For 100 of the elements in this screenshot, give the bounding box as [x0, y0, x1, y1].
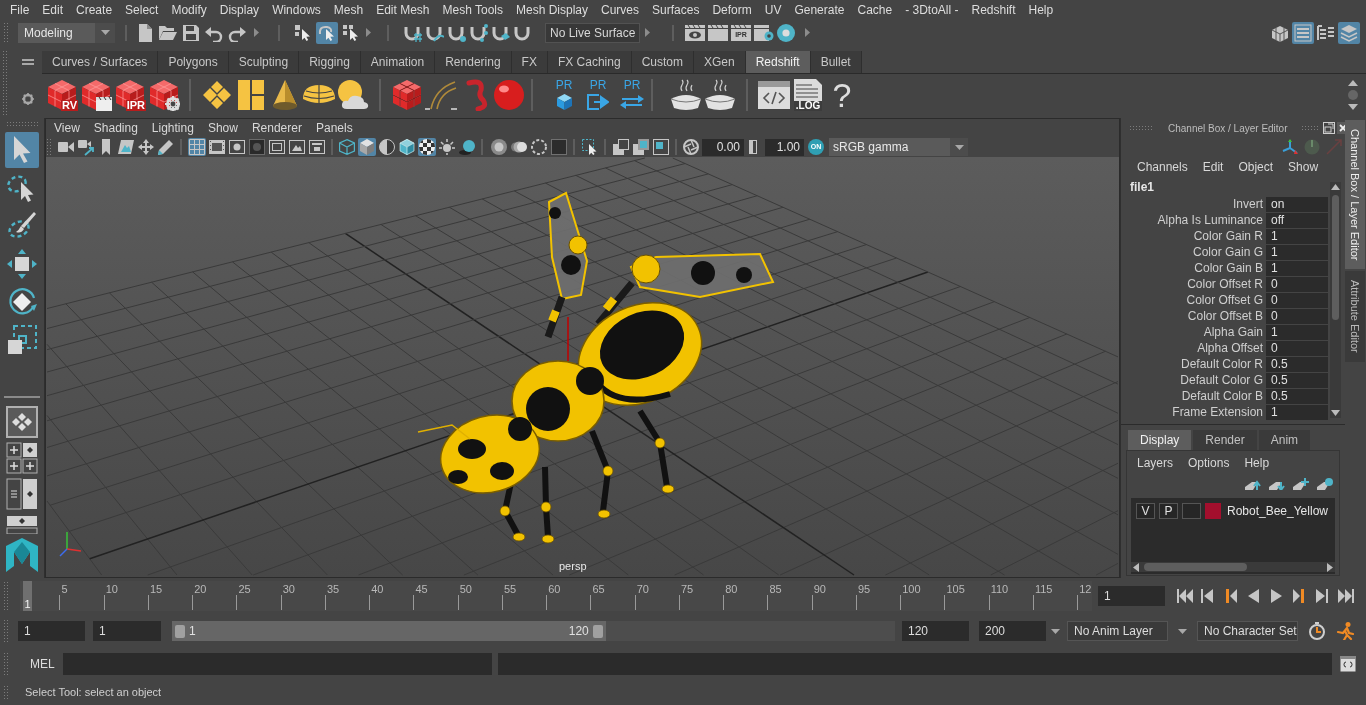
collapse-arrow-icon[interactable] [366, 28, 371, 37]
framed-square-icon[interactable] [652, 138, 670, 156]
layer-menu-item[interactable]: Layers [1137, 454, 1174, 472]
scroll-thumb[interactable] [1144, 563, 1247, 571]
scroll-thumb[interactable] [1332, 195, 1339, 320]
isolate-cursor-icon[interactable] [581, 138, 599, 156]
log-file-button[interactable]: .LOG [792, 78, 824, 111]
character-set-field[interactable]: No Character Set [1197, 621, 1298, 641]
circle-icon[interactable] [1304, 138, 1320, 155]
step-forward-icon[interactable] [1315, 589, 1331, 603]
dashed-circle-icon[interactable] [530, 138, 548, 156]
display-type-toggle[interactable] [1182, 503, 1201, 519]
shelf-tab[interactable]: Sculpting [228, 51, 300, 73]
shelf-tab[interactable]: Polygons [158, 51, 229, 73]
color-space-dropdown[interactable]: sRGB gamma [829, 138, 968, 156]
layer-dot-icon[interactable] [1317, 478, 1333, 490]
stopwatch-icon[interactable] [1308, 622, 1326, 640]
panel-menu-item[interactable]: Lighting [151, 121, 194, 135]
channel-box-menu-item[interactable]: Show [1288, 158, 1319, 176]
menu-item[interactable]: - 3DtoAll - [905, 2, 959, 18]
layer-up-arrow-icon[interactable] [1245, 478, 1261, 490]
playback-toggle[interactable]: P [1159, 503, 1178, 519]
pr-import-button[interactable]: PR [582, 78, 614, 111]
save-icon[interactable] [182, 23, 200, 42]
panels-icon[interactable] [235, 78, 267, 111]
shelf-tab[interactable]: Animation [360, 51, 436, 73]
channel-box-menu-item[interactable]: Object [1238, 158, 1274, 176]
menu-item[interactable]: Edit Mesh [376, 2, 430, 18]
shelf-tab[interactable]: Redshift [745, 51, 811, 73]
cube-gear-icon[interactable] [148, 78, 180, 111]
clapperboard-gear-icon[interactable] [754, 24, 774, 41]
shaded-cube-icon[interactable] [358, 138, 376, 156]
pencil-icon[interactable] [157, 138, 175, 156]
two-pane-layout-icon[interactable] [6, 478, 38, 510]
step-back-icon[interactable] [1200, 589, 1216, 603]
layered-squares-icon[interactable] [632, 138, 650, 156]
current-frame-marker[interactable]: 1 [23, 581, 32, 611]
single-pane-layout-icon[interactable] [6, 406, 38, 438]
scroll-dot-icon[interactable] [1348, 89, 1358, 100]
steaming-pie-icon[interactable] [704, 78, 736, 111]
side-tab[interactable]: Channel Box / Layer Editor [1345, 120, 1365, 270]
grid-icon[interactable] [188, 138, 206, 156]
caret-icon[interactable] [954, 144, 964, 150]
panel-menu-item[interactable]: Show [207, 121, 238, 135]
menu-item[interactable]: Windows [272, 2, 321, 18]
list-panel-icon[interactable] [1292, 21, 1314, 44]
shelf-tab[interactable]: FX Caching [547, 51, 632, 73]
current-frame-field[interactable]: 1 [1098, 586, 1165, 606]
masked-frame-icon[interactable] [248, 138, 266, 156]
menu-item[interactable]: Curves [601, 2, 640, 18]
shelf-tab[interactable]: Bullet [810, 51, 862, 73]
menu-item[interactable]: UV [764, 2, 782, 18]
shelf-tab[interactable]: Curves / Surfaces [42, 51, 159, 73]
help-button[interactable]: ? [826, 78, 858, 111]
attribute-value-field[interactable]: 0 [1266, 292, 1328, 308]
menu-item[interactable]: Create [76, 2, 113, 18]
image-plane-icon[interactable] [117, 138, 135, 156]
sphere-icon[interactable] [493, 78, 525, 111]
checker-sphere-icon[interactable] [418, 138, 436, 156]
attribute-value-field[interactable]: 0.5 [1266, 388, 1328, 404]
layer-plus-icon[interactable] [1293, 478, 1309, 490]
panel-menu-item[interactable]: Renderer [251, 121, 302, 135]
film-strip-icon[interactable] [208, 138, 226, 156]
swap-arrows-icon[interactable] [620, 94, 644, 109]
menu-item[interactable]: Edit [42, 2, 64, 18]
cube-icon[interactable] [556, 93, 572, 110]
code-window-icon[interactable] [758, 80, 790, 109]
shadow-sphere-icon[interactable] [458, 138, 476, 156]
four-pane-layout-icon[interactable] [6, 442, 38, 474]
object-cursor-icon[interactable] [316, 21, 338, 44]
camera-arrow-icon[interactable] [77, 138, 95, 156]
menu-item[interactable]: Modify [171, 2, 207, 18]
menu-set-dropdown[interactable]: Modeling [18, 22, 115, 43]
wire-shaded-cube-icon[interactable] [398, 138, 416, 156]
caret-icon[interactable] [100, 30, 110, 35]
shelf-tab[interactable]: Rendering [435, 51, 512, 73]
pr-cube-button[interactable]: PR [548, 78, 580, 111]
attribute-value-field[interactable]: 0.5 [1266, 372, 1328, 388]
start-frame-field[interactable]: 1 [18, 621, 85, 641]
attribute-value-field[interactable]: 0 [1266, 308, 1328, 324]
panel-menu-item[interactable]: Shading [93, 121, 138, 135]
picture-frame-icon[interactable] [288, 138, 306, 156]
anim-layer-field[interactable]: No Anim Layer [1067, 621, 1168, 641]
range-handle-icon[interactable] [175, 624, 185, 638]
four-way-arrows-icon[interactable] [137, 138, 155, 156]
attribute-value-field[interactable]: off [1266, 212, 1328, 228]
attribute-value-field[interactable]: 1 [1266, 244, 1328, 260]
layer-name[interactable]: Robot_Bee_Yellow [1227, 502, 1328, 520]
bars-frame-icon[interactable] [308, 138, 326, 156]
field-chart-icon[interactable] [268, 138, 286, 156]
open-folder-icon[interactable] [159, 23, 177, 42]
attribute-value-field[interactable]: 0 [1266, 276, 1328, 292]
previous-key-icon[interactable] [1223, 589, 1239, 603]
attribute-value-field[interactable]: 0 [1266, 340, 1328, 356]
panel-menu-item[interactable]: View [54, 121, 80, 135]
attribute-value-field[interactable]: 1 [1266, 324, 1328, 340]
command-input-field[interactable] [62, 653, 492, 675]
collapse-arrow-icon[interactable] [254, 28, 259, 37]
dot-frame-icon[interactable] [228, 138, 246, 156]
menu-item[interactable]: Cache [857, 2, 893, 18]
